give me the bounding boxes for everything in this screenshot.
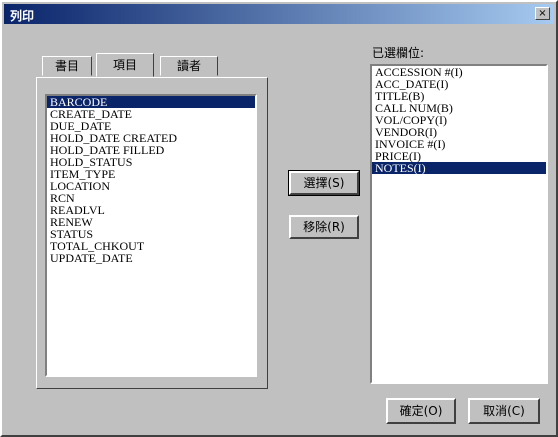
chosen-fields-label: 已選欄位:: [372, 46, 425, 60]
chosen-field-item[interactable]: NOTES(I): [372, 162, 546, 174]
tab-patrons[interactable]: 讀者: [160, 56, 218, 76]
chosen-fields-list[interactable]: ACCESSION #(I) ACC_DATE(I) TITLE(B) CALL NU…: [370, 64, 548, 384]
print-dialog: 列印 × 書目 項目 讀者 BARCODE CREATE_DATE DUE_DATE…: [0, 0, 558, 437]
available-field-item[interactable]: UPDATE_DATE: [47, 252, 255, 264]
tab-items[interactable]: 項目: [96, 53, 154, 77]
close-button[interactable]: ×: [535, 7, 550, 20]
title-bar[interactable]: 列印 ×: [4, 4, 554, 24]
available-field-item[interactable]: LOCATION: [47, 180, 255, 192]
select-button[interactable]: 選擇(S): [288, 170, 360, 196]
available-fields-list[interactable]: BARCODE CREATE_DATE DUE_DATE HOLD_DATE CREA…: [45, 94, 257, 377]
ok-button[interactable]: 確定(O): [386, 398, 456, 424]
remove-button[interactable]: 移除(R): [289, 215, 359, 239]
window-title: 列印: [10, 9, 35, 23]
tab-bibliographic[interactable]: 書目: [42, 56, 92, 76]
cancel-button[interactable]: 取消(C): [468, 398, 540, 424]
tab-panel: BARCODE CREATE_DATE DUE_DATE HOLD_DATE CREA…: [36, 77, 268, 389]
